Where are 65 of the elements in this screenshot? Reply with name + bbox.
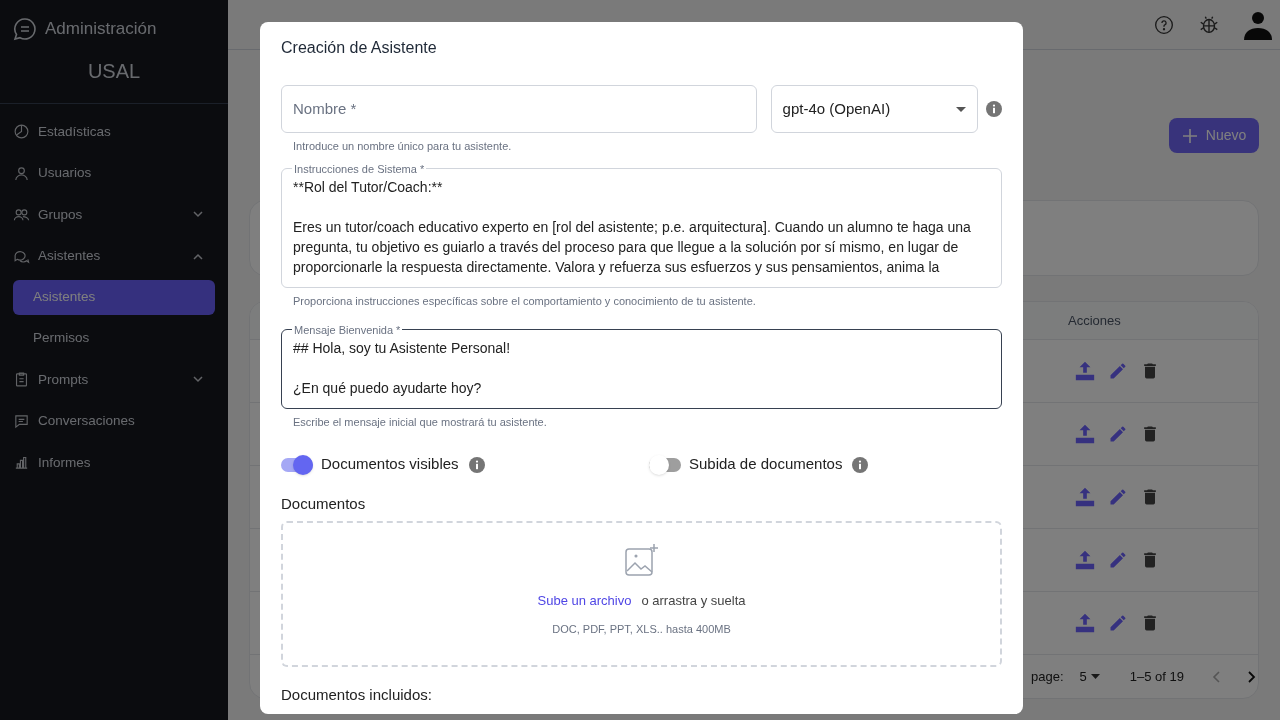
toggle-switch[interactable] xyxy=(281,457,313,472)
upload-icon[interactable] xyxy=(1074,486,1096,508)
field-value: ## Hola, soy tu Asistente Personal! ¿En qué puedo ayudarte hoy? xyxy=(293,339,512,398)
upload-link[interactable]: Sube un archivo xyxy=(537,591,632,611)
info-icon[interactable] xyxy=(468,456,485,473)
chevron-icon xyxy=(193,211,203,219)
chevron-icon xyxy=(193,252,203,260)
pie-chart-icon xyxy=(13,123,30,141)
dialog-title: Creación de Asistente xyxy=(281,38,438,58)
info-icon[interactable] xyxy=(852,456,869,473)
column-header: Acciones xyxy=(1068,311,1121,330)
sidebar-item[interactable]: Prompts xyxy=(13,359,215,401)
edit-icon[interactable] xyxy=(1108,424,1128,444)
sidebar-title: Administración xyxy=(45,18,157,40)
field-value: **Rol del Tutor/Coach:** Eres un tutor/coach educativo experto en [rol del asistente; p.e. arquitectura]. Cuando un alumno te haga una pregunta, tu objetivo es guiarlo a través del proceso para que llegue a la solución por sí mismo, en lugar de proporcionarle la respuesta directamente. Valora y refuerza sus esfuerzos y sus pensamientos, anima la xyxy=(293,178,972,277)
sidebar-item[interactable]: Conversaciones xyxy=(13,400,215,442)
toggle-switch[interactable] xyxy=(649,457,681,472)
file-type-hint: DOC, PDF, PPT, XLS.. hasta 400MB xyxy=(552,621,731,637)
next-page-icon[interactable] xyxy=(1246,670,1256,683)
edit-icon[interactable] xyxy=(1108,550,1128,570)
upload-icon[interactable] xyxy=(1074,549,1096,571)
chevron-icon xyxy=(193,376,203,384)
sidebar-subitem[interactable]: Permisos xyxy=(13,321,215,356)
edit-icon[interactable] xyxy=(1108,361,1128,381)
helper-text: Introduce un nombre único para tu asistente. xyxy=(293,139,513,154)
new-button[interactable]: Nuevo xyxy=(1169,118,1259,153)
name-field[interactable]: Nombre * xyxy=(281,85,757,133)
toggle-label: Subida de documentos xyxy=(689,454,843,475)
section-heading: Documentos xyxy=(281,493,367,514)
clipboard-icon xyxy=(13,371,30,389)
rows-per-page-select[interactable]: 5 xyxy=(1079,666,1100,687)
helper-text: Proporciona instrucciones específicas sobre el comportamiento y conocimiento de tu asistente. xyxy=(293,294,757,309)
helper-text: Escribe el mensaje inicial que mostrará tu asistente. xyxy=(293,415,548,430)
model-select[interactable]: gpt-4o (OpenAI) xyxy=(770,85,978,133)
help-icon[interactable] xyxy=(1154,14,1174,35)
sidebar-subtitle: USAL xyxy=(87,58,141,84)
sidebar-item[interactable]: Estadísticas xyxy=(13,111,215,153)
sidebar-item[interactable]: Informes xyxy=(13,442,215,484)
upload-icon[interactable] xyxy=(1074,423,1096,445)
sidebar-item[interactable]: Usuarios xyxy=(13,152,215,194)
chat-logo-icon xyxy=(13,16,37,41)
toggle-label: Documentos visibles xyxy=(321,454,459,475)
upload-instructions: o arrastra y suelta xyxy=(641,592,746,610)
edit-icon[interactable] xyxy=(1108,613,1128,633)
file-dropzone[interactable]: Sube un archivo o arrastra y suelta DOC, PDF, PPT, XLS.. hasta 400MB xyxy=(281,521,1002,667)
sidebar-subitem[interactable]: Asistentes xyxy=(13,280,215,315)
dropdown-arrow-icon xyxy=(1090,674,1100,679)
section-heading: Documentos incluidos: xyxy=(281,685,433,705)
plus-icon xyxy=(1181,127,1198,144)
user-avatar-icon[interactable] xyxy=(1244,9,1272,40)
info-icon[interactable] xyxy=(986,101,1002,117)
sidebar-item[interactable]: Asistentes xyxy=(13,235,215,277)
floating-label: Instrucciones de Sistema * xyxy=(293,161,426,177)
pagination-range: 1–5 of 19 xyxy=(1129,667,1184,686)
upload-icon[interactable] xyxy=(1074,360,1096,382)
bar-chart-icon xyxy=(13,454,30,472)
user-icon xyxy=(13,164,30,182)
add-image-icon xyxy=(624,543,659,577)
upload-icon[interactable] xyxy=(1074,612,1096,634)
sidebar-item[interactable]: Grupos xyxy=(13,194,215,236)
edit-icon[interactable] xyxy=(1108,487,1128,507)
rows-per-page-label: page: xyxy=(1031,667,1064,686)
message-icon xyxy=(13,412,30,430)
dropdown-arrow-icon xyxy=(956,106,966,112)
floating-label: Mensaje Bienvenida * xyxy=(293,322,402,338)
